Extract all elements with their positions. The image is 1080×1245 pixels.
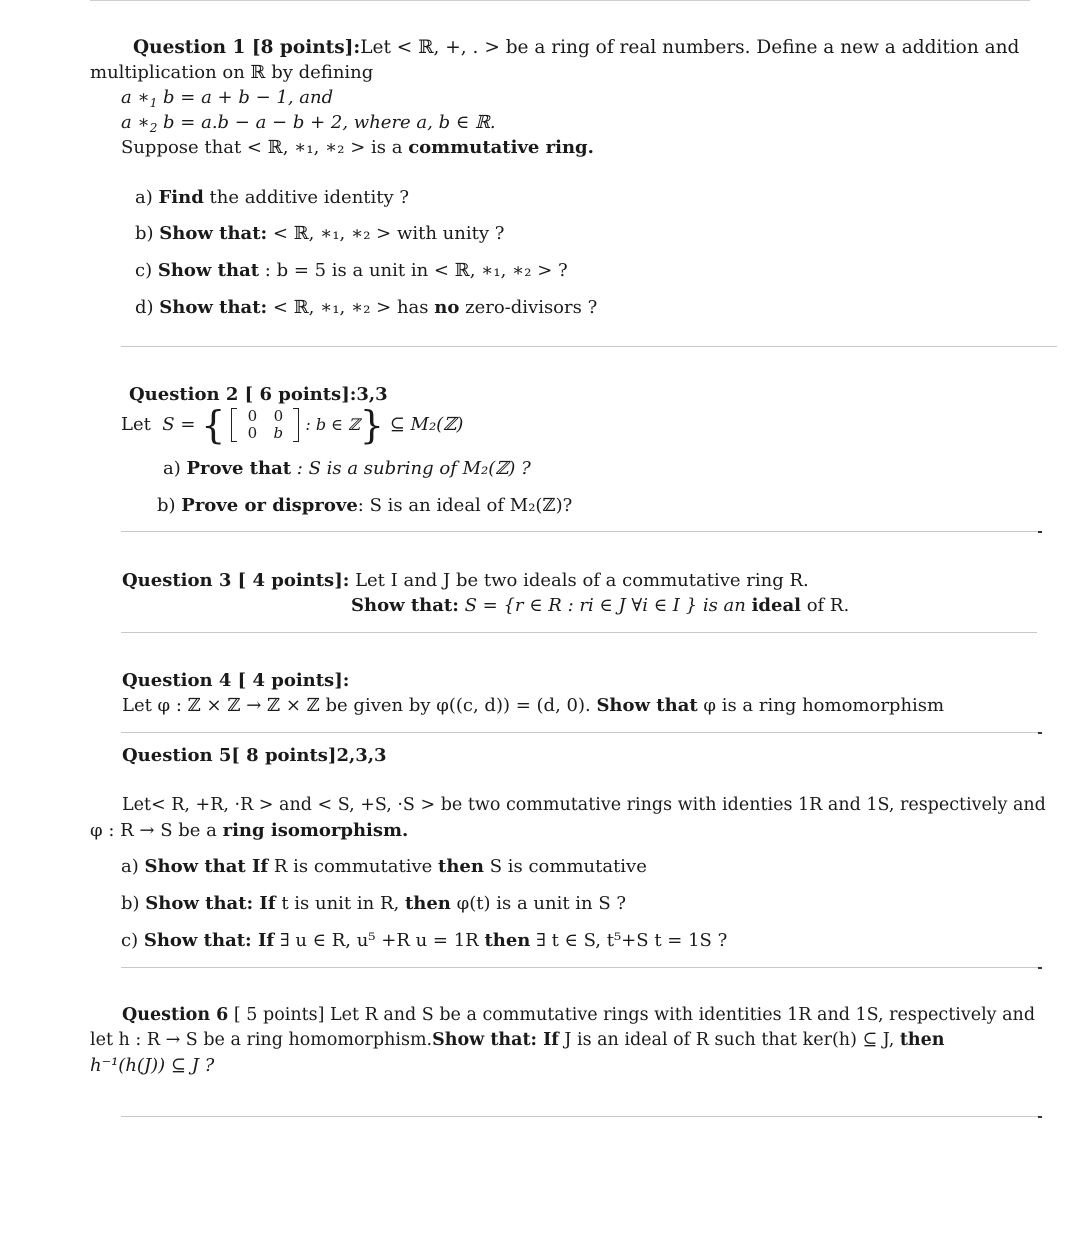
- q5-part-a: a) Show that If R is commutative then S …: [121, 856, 647, 877]
- q1-line-1: Question 1 [8 points]:Let < ℝ, +, . > be…: [133, 37, 1019, 59]
- q1-line-2: multiplication on ℝ by defining: [90, 62, 374, 83]
- divider-5-tick: [1038, 967, 1042, 969]
- q5-title: Question 5[ 8 points]2,3,3: [122, 745, 387, 766]
- divider-2-tick: [1038, 531, 1042, 533]
- q1-intro: Let < ℝ, +, . > be a ring of real number…: [360, 37, 1020, 58]
- q4-statement: Let φ : ℤ × ℤ → ℤ × ℤ be given by φ((c, …: [122, 695, 945, 716]
- q1-suppose: Suppose that < ℝ, ∗₁, ∗₂ > is a commutat…: [121, 137, 594, 158]
- divider-2: [121, 531, 1039, 532]
- divider-3: [121, 632, 1037, 633]
- q1-part-b: b) Show that: < ℝ, ∗₁, ∗₂ > with unity ?: [135, 223, 505, 244]
- page-top-rule: [90, 0, 1030, 1]
- divider-4: [121, 732, 1039, 733]
- divider-5: [121, 967, 1039, 968]
- q1-part-a: a) Find the additive identity ?: [135, 187, 410, 208]
- page-number-fragment: 33: [464, 0, 482, 4]
- q2-title: Question 2 [ 6 points]:3,3: [129, 384, 388, 405]
- matrix: 00 0b: [229, 408, 301, 442]
- q1-part-d: d) Show that: < ℝ, ∗₁, ∗₂ > has no zero-…: [135, 297, 598, 318]
- divider-4-tick: [1038, 732, 1042, 734]
- q4-title: Question 4 [ 4 points]:: [122, 670, 350, 691]
- matrix-row-2: 0b: [247, 424, 284, 442]
- q5-part-c: c) Show that: If ∃ u ∈ R, u⁵ +R u = 1R t…: [121, 930, 728, 951]
- divider-6: [121, 1116, 1039, 1117]
- q6-line-2: let h : R → S be a ring homomorphism.Sho…: [90, 1030, 945, 1050]
- q2-part-b: b) Prove or disprove: S is an ideal of M…: [157, 495, 573, 516]
- q5-part-b: b) Show that: If t is unit in R, then φ(…: [121, 893, 627, 914]
- q1-part-c: c) Show that : b = 5 is a unit in < ℝ, ∗…: [135, 260, 568, 281]
- q1-definition-1: a ∗1 b = a + b − 1, and: [121, 87, 334, 110]
- q6-line-3: h⁻¹(h(J)) ⊆ J ?: [90, 1055, 215, 1076]
- q1-title: Question 1 [8 points]:: [133, 37, 361, 58]
- matrix-row-1: 00: [247, 407, 284, 425]
- q3-line-1: Question 3 [ 4 points]: Let I and J be t…: [122, 570, 809, 591]
- q2-set-definition: Let S = { 00 0b : b ∈ ℤ} ⊆ M₂(ℤ): [121, 403, 464, 447]
- left-brace: {: [201, 403, 226, 447]
- q3-line-2: Show that: S = {r ∈ R : ri ∈ J ∀i ∈ I } …: [351, 595, 850, 616]
- q6-line-1: Question 6 [ 5 points] Let R and S be a …: [122, 1005, 1036, 1025]
- divider-1: [121, 346, 1057, 347]
- q5-line-2: φ : R → S be a ring isomorphism.: [90, 820, 409, 841]
- q2-part-a: a) Prove that : S is a subring of M₂(ℤ) …: [163, 458, 531, 479]
- q1-definition-2: a ∗2 b = a.b − a − b + 2, where a, b ∈ ℝ…: [121, 112, 496, 135]
- divider-6-tick: [1038, 1116, 1042, 1118]
- right-brace: }: [359, 403, 384, 447]
- q5-line-1: Let< R, +R, ·R > and < S, +S, ·S > be tw…: [122, 795, 1046, 815]
